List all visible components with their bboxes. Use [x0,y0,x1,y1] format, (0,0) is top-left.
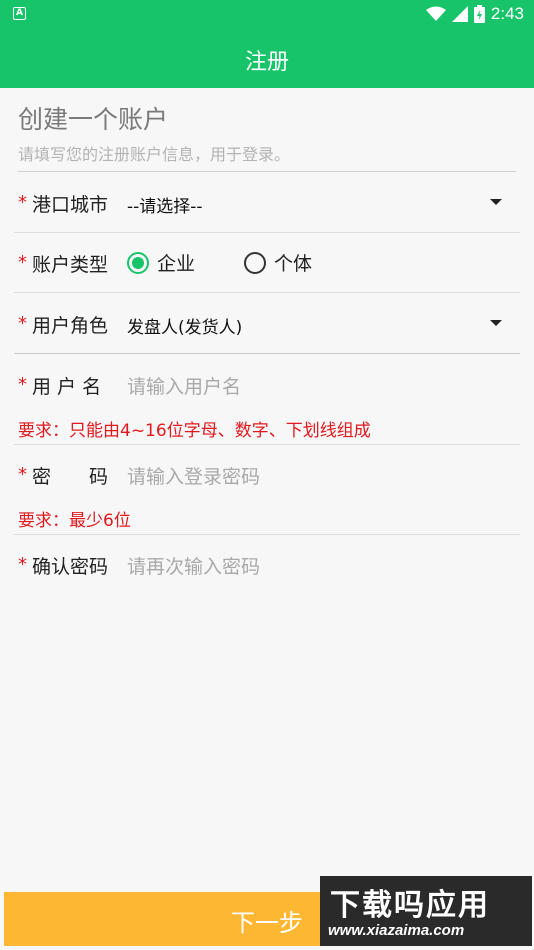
signal-icon [451,6,468,22]
account-type-row: * 账户类型 企业 个体 [14,234,520,292]
app-toolbar: 注册 [0,28,534,88]
password-label: 密 码 [32,466,109,488]
page-subtitle: 请填写您的注册账户信息，用于登录。 [18,145,291,164]
city-value: --请选择-- [127,197,203,217]
radio-individual-label: 个体 [274,253,313,275]
divider [14,534,520,535]
title-divider [18,171,516,172]
app-notification-icon: A [13,7,26,20]
role-value: 发盘人(发货人) [127,318,243,338]
radio-enterprise-label: 企业 [157,253,196,275]
status-time: 2:43 [490,4,524,23]
required-mark: * [18,252,27,273]
radio-unchecked-icon [244,251,266,274]
required-mark: * [18,554,27,575]
status-bar: A 2:43 [0,0,534,28]
account-type-label: 账户类型 [32,254,109,276]
radio-individual[interactable]: 个体 [244,249,312,276]
divider [14,232,520,233]
username-hint: 要求：只能由4~16位字母、数字、下划线组成 [18,421,371,441]
divider [14,292,520,293]
confirm-password-row: * 确认密码 请再次输入密码 [14,536,520,594]
dropdown-arrow-icon [490,320,502,326]
required-mark: * [18,313,27,334]
password-hint: 要求：最少6位 [18,511,131,531]
wifi-icon [425,6,446,21]
city-select[interactable]: * 港口城市 --请选择-- [14,174,520,232]
status-icons: 2:43 [425,3,524,25]
divider [14,353,520,354]
role-select[interactable]: * 用户角色 发盘人(发货人) [14,294,520,352]
page-title: 创建一个账户 [18,105,169,134]
city-label: 港口城市 [32,194,109,216]
role-label: 用户角色 [32,315,109,337]
required-mark: * [18,374,27,395]
confirm-password-input[interactable]: 请再次输入密码 [127,552,260,579]
dropdown-arrow-icon [490,199,502,205]
radio-checked-icon [127,251,149,274]
username-input[interactable]: 请输入用户名 [127,372,241,399]
toolbar-title: 注册 [244,50,289,75]
username-row: * 用 户 名 请输入用户名 要求：只能由4~16位字母、数字、下划线组成 [14,356,520,444]
password-input[interactable]: 请输入登录密码 [127,462,260,489]
required-mark: * [18,192,27,213]
radio-enterprise[interactable]: 企业 [127,249,195,276]
battery-icon [473,5,485,23]
divider [14,444,520,445]
watermark-title: 下载吗应用 [330,888,490,923]
confirm-password-label: 确认密码 [32,556,109,578]
watermark-url: www.xiazaima.com [328,922,465,939]
password-row: * 密 码 请输入登录密码 要求：最少6位 [14,446,520,534]
watermark-logo: 下载吗应用 www.xiazaima.com [320,876,532,946]
required-mark: * [18,464,27,485]
username-label: 用 户 名 [32,376,102,398]
